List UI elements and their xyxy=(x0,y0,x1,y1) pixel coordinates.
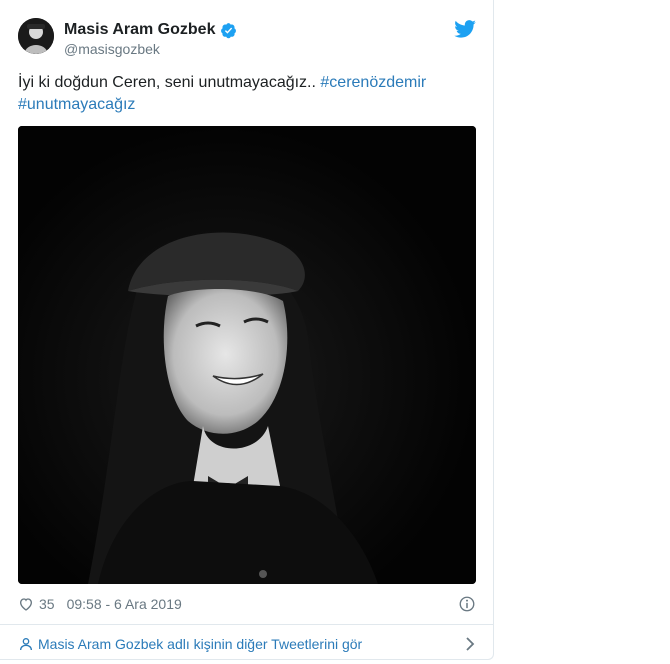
divider xyxy=(0,624,493,625)
avatar[interactable] xyxy=(18,18,54,54)
author-handle[interactable]: @masisgozbek xyxy=(64,41,160,57)
twitter-bird-icon[interactable] xyxy=(454,20,476,38)
heart-icon xyxy=(19,598,33,611)
like-button[interactable]: 35 xyxy=(18,596,55,612)
tweet-header: Masis Aram Gozbek @masisgozbek xyxy=(18,18,478,58)
hashtag-link[interactable]: #cerenözdemir xyxy=(320,74,426,91)
embedded-tweet-card: Masis Aram Gozbek @masisgozbek İyi ki do… xyxy=(0,0,494,660)
person-icon xyxy=(20,638,32,651)
tweet-text-body: İyi ki doğdun Ceren, seni unutmayacağız.… xyxy=(18,74,321,91)
tweet-photo[interactable] xyxy=(18,126,476,584)
verified-badge-icon xyxy=(221,22,237,38)
author-name[interactable]: Masis Aram Gozbek xyxy=(64,21,215,39)
more-tweets-link[interactable]: Masis Aram Gozbek adlı kişinin diğer Twe… xyxy=(18,633,476,655)
tweet-meta: 35 09:58 - 6 Ara 2019 xyxy=(18,593,476,615)
tweet-timestamp[interactable]: 09:58 - 6 Ara 2019 xyxy=(67,596,182,612)
info-icon[interactable] xyxy=(458,595,476,613)
hashtag-link[interactable]: #unutmayacağız xyxy=(18,96,135,113)
tweet-text: İyi ki doğdun Ceren, seni unutmayacağız.… xyxy=(18,72,458,116)
like-count: 35 xyxy=(39,596,55,612)
chevron-right-icon xyxy=(466,637,475,651)
more-tweets-label: Masis Aram Gozbek adlı kişinin diğer Twe… xyxy=(38,636,363,652)
author-name-row: Masis Aram Gozbek xyxy=(64,21,237,39)
